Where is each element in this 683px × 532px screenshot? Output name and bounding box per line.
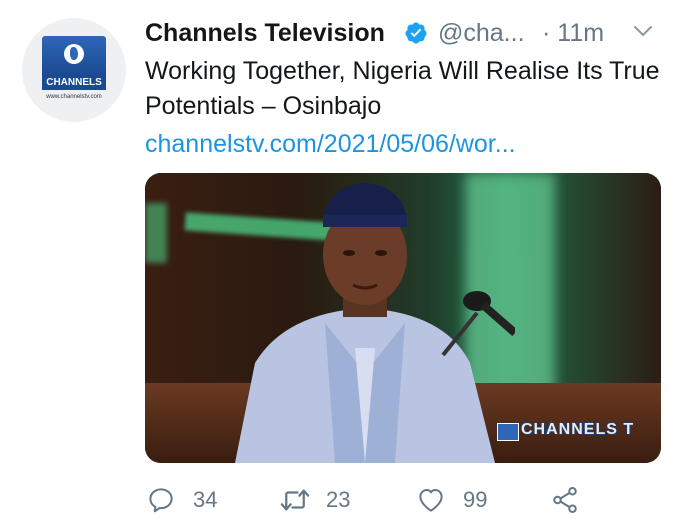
reply-button[interactable]: 34 [145,482,235,518]
logo-label: CHANNELS [42,76,106,90]
photo-watermark: CHANNELS T [521,421,635,438]
tweet-card[interactable]: CHANNELS www.channelstv.com Channels Tel… [0,0,683,532]
share-button[interactable] [549,482,589,518]
reply-icon [149,488,173,513]
avatar[interactable]: CHANNELS www.channelstv.com [22,18,126,122]
verified-badge-icon [405,22,427,44]
retweet-button[interactable]: 23 [278,482,368,518]
channels-logo: CHANNELS www.channelstv.com [42,36,106,100]
retweet-count: 23 [326,487,351,512]
like-count: 99 [463,487,488,512]
speaker-photo [235,183,515,463]
tweet-photo[interactable]: CHANNELS T [145,173,661,463]
display-name[interactable]: Channels Television [145,16,385,50]
reply-count: 34 [193,487,218,512]
tweet-actions: 34 23 99 [145,482,625,518]
like-button[interactable]: 99 [415,482,505,518]
tweet-header: Channels Television @cha... · 11m [145,16,665,52]
logo-url: www.channelstv.com [46,94,102,100]
watermark-logo [497,423,519,441]
chevron-down-icon[interactable] [633,24,653,38]
tweet-text: Working Together, Nigeria Will Realise I… [145,57,660,120]
handle[interactable]: @cha... [438,16,525,50]
timestamp[interactable]: · 11m [542,16,604,50]
like-icon [419,489,443,512]
retweet-icon [280,489,310,511]
share-icon [553,487,577,513]
tweet-link[interactable]: channelstv.com/2021/05/06/wor... [145,127,665,162]
